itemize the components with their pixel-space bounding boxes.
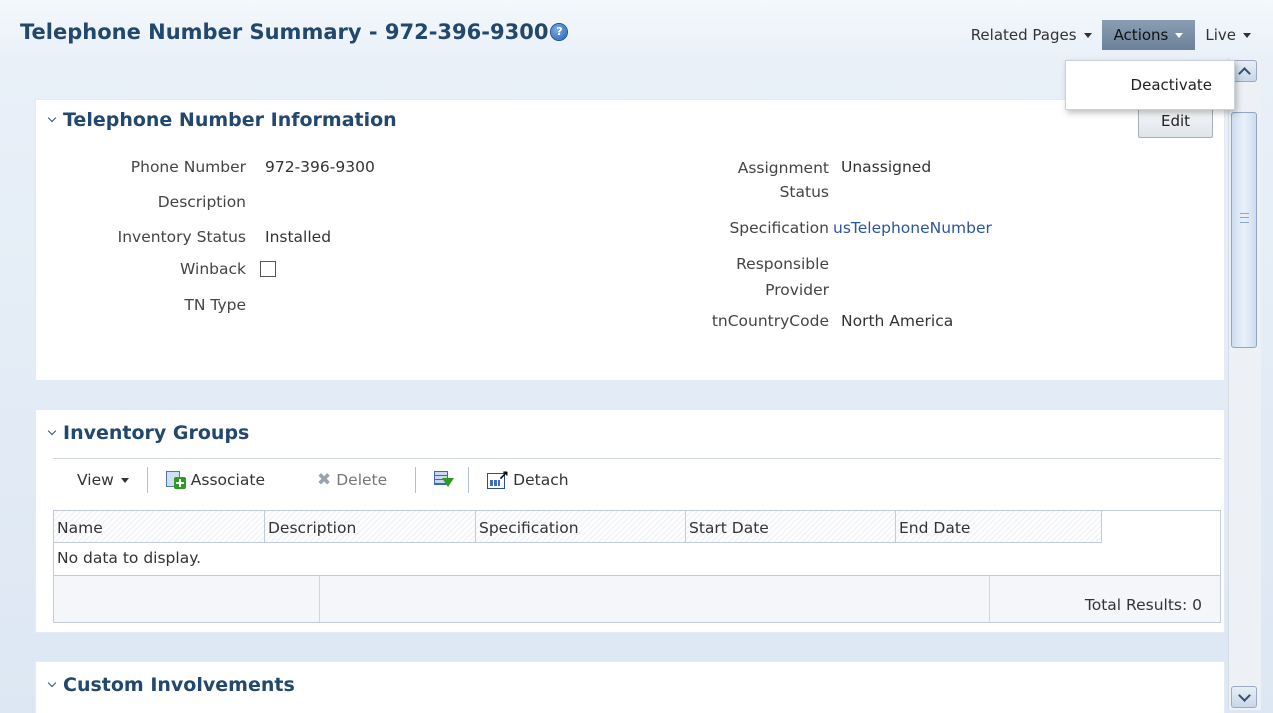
field-description: Description (36, 193, 265, 211)
delete-label: Delete (336, 471, 388, 489)
specification-link[interactable]: usTelephoneNumber (833, 219, 992, 237)
field-label: Description (157, 193, 246, 211)
actions-dropdown: Deactivate (1065, 60, 1235, 110)
field-value: Unassigned (841, 158, 932, 176)
delete-x-icon: ✖ (316, 470, 332, 490)
chevron-down-icon (1175, 32, 1184, 38)
delete-button[interactable]: ✖ Delete (305, 470, 415, 490)
panel-title: Inventory Groups (63, 422, 250, 444)
panel-header[interactable]: Telephone Number Information (46, 105, 397, 135)
query-by-example-button[interactable] (416, 471, 468, 489)
filter-icon (434, 471, 455, 489)
column-header-end-date[interactable]: End Date (896, 511, 1101, 542)
chevron-down-icon (1243, 32, 1251, 38)
field-value: North America (841, 312, 954, 330)
field-label: Responsible Provider (596, 251, 829, 303)
field-tn-country-code: tnCountryCode North America (596, 312, 953, 330)
field-label-line: Provider (765, 281, 829, 299)
detach-icon: ↗ (487, 470, 509, 490)
field-responsible-provider: Responsible Provider (596, 251, 841, 303)
page-title: Telephone Number Summary - 972-396-9300 (20, 20, 549, 44)
chevron-down-icon (1083, 32, 1092, 38)
field-label-line: Assignment (737, 159, 829, 177)
field-label-line: Responsible (736, 255, 829, 273)
help-question-icon[interactable]: ? (551, 24, 568, 40)
field-tn-type: TN Type (36, 296, 265, 314)
field-assignment-status: Assignment Status Unassigned (596, 158, 931, 204)
inventory-groups-panel: Inventory Groups View Associate ✖ Delete (36, 410, 1224, 632)
detach-button[interactable]: ↗ Detach (469, 470, 580, 490)
live-label: Live (1205, 26, 1236, 44)
menu-item-deactivate[interactable]: Deactivate (1131, 76, 1212, 94)
inventory-groups-table: Name Description Specification Start Dat… (53, 510, 1221, 623)
associate-button[interactable]: Associate (148, 471, 305, 489)
collapse-chevron-icon[interactable] (46, 114, 59, 127)
column-header-start-date[interactable]: Start Date (686, 511, 896, 542)
related-pages-menu[interactable]: Related Pages (961, 20, 1102, 50)
panel-title: Telephone Number Information (63, 109, 397, 131)
custom-involvements-panel: Custom Involvements (36, 662, 1224, 713)
table-header: Name Description Specification Start Dat… (54, 511, 1102, 543)
inventory-groups-toolbar: View Associate ✖ Delete ↗ Detach (53, 458, 1221, 501)
associate-add-icon (165, 471, 186, 489)
total-results: Total Results: 0 (1084, 596, 1202, 614)
live-menu[interactable]: Live (1195, 20, 1273, 50)
field-label: tnCountryCode (711, 312, 829, 330)
actions-menu[interactable]: Actions (1101, 20, 1196, 50)
page: Telephone Number Summary - 972-396-9300 … (0, 0, 1273, 713)
field-winback: Winback (36, 260, 276, 278)
view-label: View (77, 471, 114, 489)
field-specification: Specification usTelephoneNumber (596, 219, 992, 237)
field-inventory-status: Inventory Status Installed (36, 228, 331, 246)
column-header-specification[interactable]: Specification (476, 511, 686, 542)
panel-header[interactable]: Custom Involvements (46, 670, 295, 700)
detach-label: Detach (513, 471, 569, 489)
chevron-down-icon (120, 477, 129, 483)
actions-label: Actions (1113, 26, 1169, 44)
top-navigation: Related Pages Actions Live (961, 20, 1273, 50)
column-header-description[interactable]: Description (265, 511, 476, 542)
vertical-scrollbar[interactable] (1228, 58, 1261, 710)
collapse-chevron-icon[interactable] (46, 679, 59, 692)
field-label: Phone Number (130, 158, 246, 176)
scrollbar-thumb[interactable] (1231, 112, 1257, 348)
related-pages-label: Related Pages (970, 26, 1077, 44)
column-header-name[interactable]: Name (54, 511, 265, 542)
view-menu[interactable]: View (53, 471, 147, 489)
field-label: TN Type (184, 296, 246, 314)
field-label: Winback (180, 260, 246, 278)
scroll-down-icon[interactable] (1231, 686, 1257, 708)
empty-table-message: No data to display. (57, 549, 202, 567)
footer-cell (320, 576, 990, 622)
field-label: Assignment Status (596, 156, 829, 204)
telephone-number-information-panel: Telephone Number Information Edit Phone … (36, 100, 1224, 380)
grip-icon (1240, 213, 1249, 223)
field-label: Specification (729, 219, 829, 237)
field-label-line: Status (779, 183, 829, 201)
associate-label: Associate (190, 471, 265, 489)
panel-header[interactable]: Inventory Groups (46, 418, 249, 448)
field-label: Inventory Status (117, 228, 246, 246)
field-value: 972-396-9300 (265, 158, 375, 176)
winback-checkbox[interactable] (260, 261, 276, 277)
panel-title: Custom Involvements (63, 674, 295, 696)
field-value: Installed (265, 228, 332, 246)
table-footer: Total Results: 0 (54, 575, 1220, 622)
collapse-chevron-icon[interactable] (46, 427, 59, 440)
field-phone-number: Phone Number 972-396-9300 (36, 158, 375, 176)
page-title-row: Telephone Number Summary - 972-396-9300 … (20, 20, 568, 44)
footer-cell (54, 576, 320, 622)
